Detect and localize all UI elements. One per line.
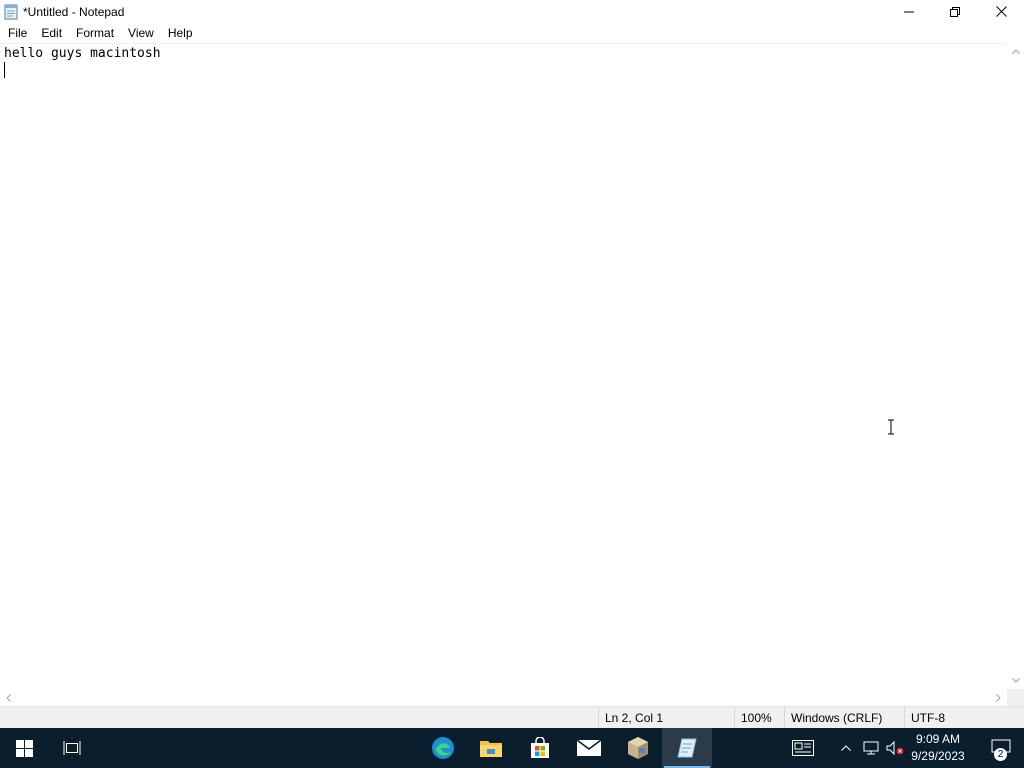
task-view-button[interactable] [48,728,96,768]
window-title: *Untitled - Notepad [23,4,125,19]
minimize-icon [904,11,914,12]
menu-view[interactable]: View [121,23,161,43]
scroll-left-button[interactable] [0,689,17,706]
news-icon [792,740,814,756]
menu-help[interactable]: Help [161,23,200,43]
scroll-right-button[interactable] [990,689,1007,706]
chevron-left-icon [6,693,11,702]
minimize-button[interactable] [886,0,932,23]
notepad-icon [677,738,697,758]
taskbar-mail[interactable] [565,728,613,768]
store-icon [531,737,549,758]
mail-icon [577,740,601,756]
scroll-up-button[interactable] [1007,43,1024,60]
scroll-down-button[interactable] [1007,672,1024,689]
edge-icon [432,737,454,759]
box-app-icon [628,737,648,759]
chevron-up-icon [841,745,851,751]
taskbar-store[interactable] [516,728,564,768]
taskbar [0,728,1024,768]
close-button[interactable] [978,0,1024,23]
text-caret [4,62,5,78]
menu-edit[interactable]: Edit [34,23,69,43]
notification-count-badge: 2 [994,748,1007,761]
status-encoding: UTF-8 [904,707,1024,729]
status-bar: Ln 2, Col 1 100% Windows (CRLF) UTF-8 [0,706,1024,729]
window-controls [886,0,1024,23]
close-icon [995,6,1007,17]
tray-news[interactable] [784,728,822,768]
chevron-down-icon [1011,678,1020,683]
taskbar-edge[interactable] [419,728,467,768]
clock-time: 9:09 AM [915,732,961,746]
clock-date: 9/29/2023 [911,749,965,763]
title-bar[interactable]: *Untitled - Notepad [0,0,1024,23]
scrollbar-corner [1007,689,1024,706]
status-zoom: 100% [734,707,784,729]
start-icon [15,739,33,757]
menu-file[interactable]: File [1,23,34,43]
file-explorer-icon [480,741,502,757]
tray-volume[interactable] [884,728,906,768]
chevron-up-icon [1011,49,1020,54]
taskbar-notepad[interactable] [662,728,712,768]
horizontal-scrollbar[interactable] [0,689,1007,706]
chevron-right-icon [996,693,1001,702]
status-line-endings: Windows (CRLF) [784,707,902,729]
vertical-scrollbar[interactable] [1007,43,1024,689]
start-button[interactable] [0,728,48,768]
text-editor[interactable]: hello guys macintosh [0,43,1007,689]
restore-icon [950,6,960,17]
tray-network[interactable] [860,728,882,768]
taskbar-clock[interactable]: 9:09 AM 9/29/2023 [906,728,970,768]
network-icon [863,741,879,755]
status-cursor-position: Ln 2, Col 1 [598,707,732,729]
task-view-icon [63,741,81,755]
ibeam-cursor-icon [888,419,894,435]
menu-format[interactable]: Format [69,23,121,43]
editor-line-1: hello guys macintosh [4,46,161,61]
taskbar-file-explorer[interactable] [467,728,515,768]
tray-overflow-button[interactable] [836,728,856,768]
restore-button[interactable] [932,0,978,23]
volume-muted-icon [886,741,904,755]
menu-bar: File Edit Format View Help [0,23,1024,43]
taskbar-box-app[interactable] [614,728,662,768]
notepad-icon [4,4,18,19]
